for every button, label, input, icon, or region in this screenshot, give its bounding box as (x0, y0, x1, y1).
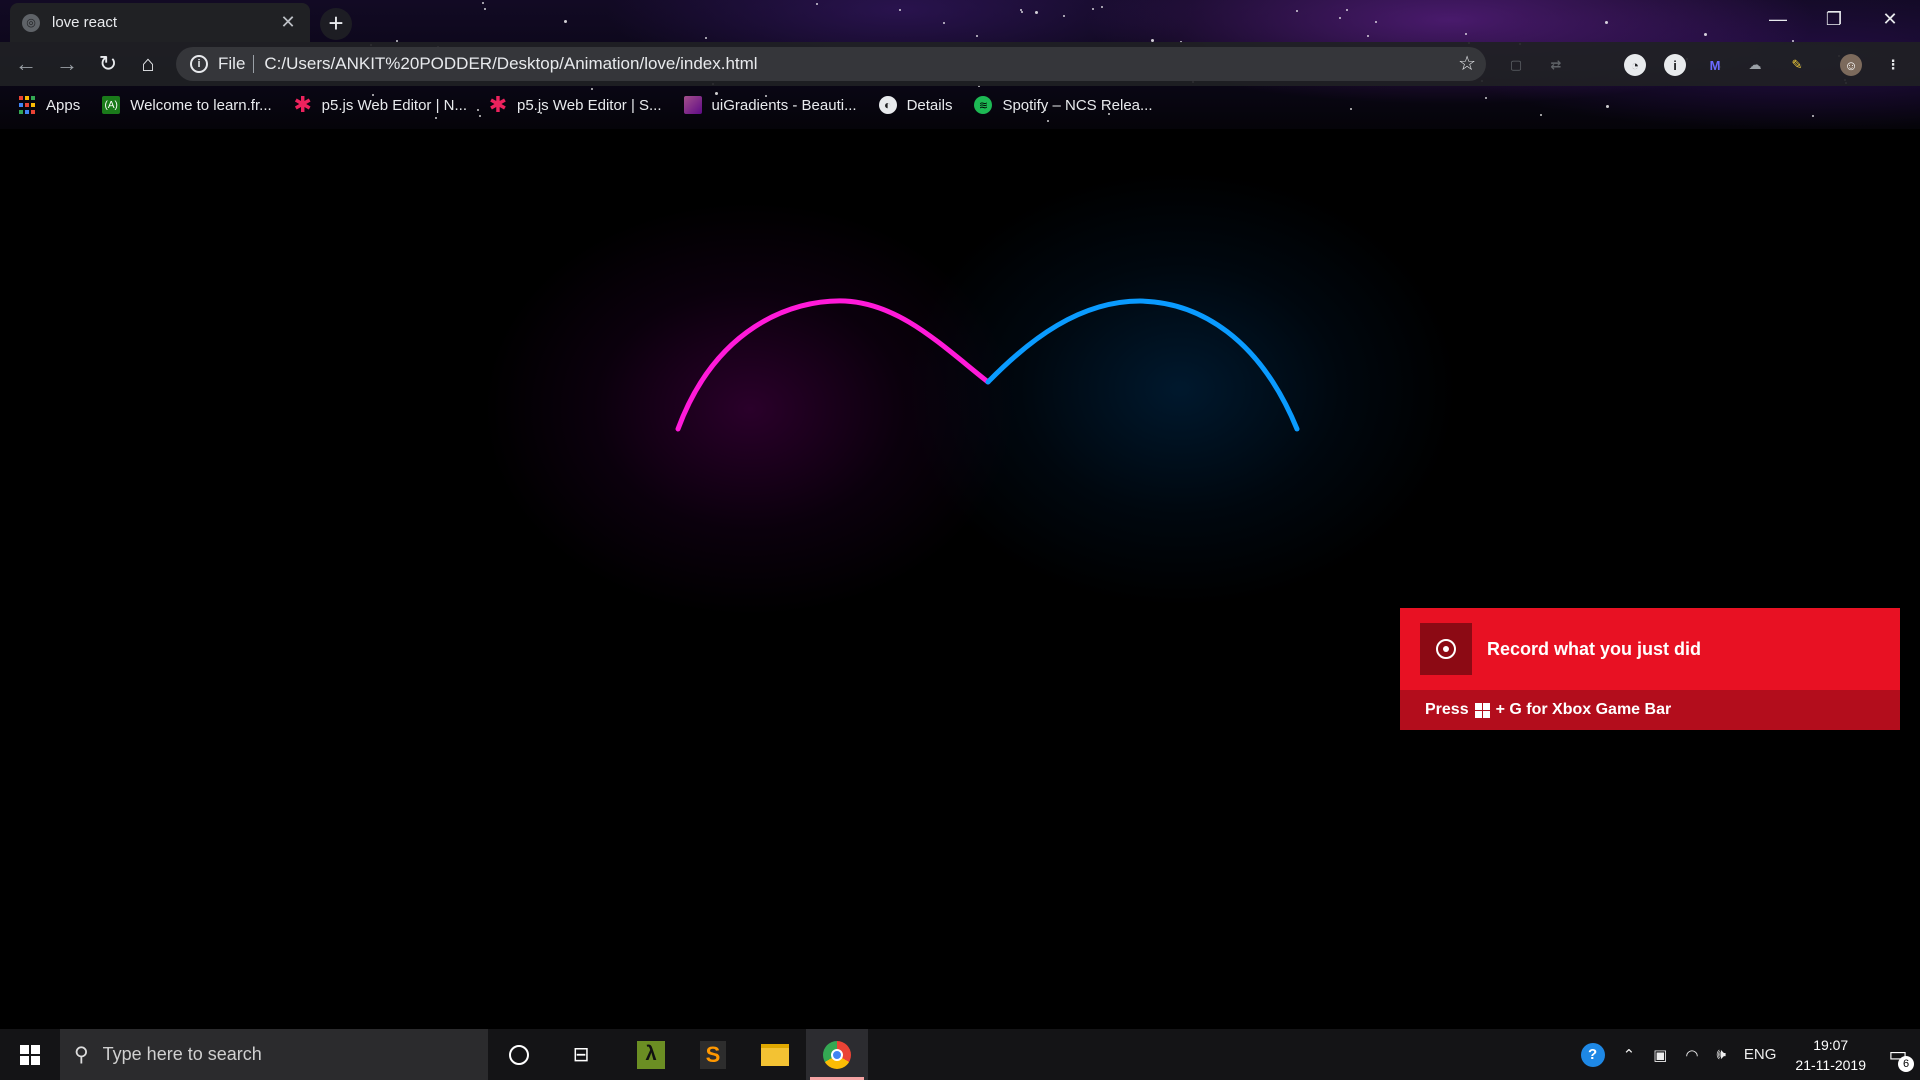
page-canvas: Record what you just did Press + G for X… (0, 129, 1920, 1029)
clock-date: 21-11-2019 (1795, 1056, 1866, 1073)
close-tab-icon[interactable]: ✕ (278, 12, 298, 33)
browser-chrome: ◎ love react ✕ + — ❐ ✕ ← → ↻ ⌂ i File C:… (0, 0, 1920, 129)
clock-time: 19:07 (1813, 1036, 1849, 1053)
scheme-separator (253, 55, 255, 73)
search-icon: ⚲ (74, 1044, 89, 1066)
taskbar-app-chrome[interactable] (806, 1029, 868, 1080)
bookmark-details[interactable]: ◐ Details (878, 96, 953, 114)
scheme-label: File (218, 54, 246, 73)
menu-kebab-icon[interactable]: ⋮ (1882, 54, 1904, 76)
toast-headline: Record what you just did (1487, 638, 1702, 659)
record-icon (1420, 623, 1472, 675)
pen-icon[interactable]: ✎ (1786, 54, 1808, 76)
toast-header: Record what you just did (1400, 608, 1900, 690)
extension-icon[interactable]: ▢ (1505, 54, 1527, 76)
bookmark-p5js-2[interactable]: ✱ p5.js Web Editor | S... (488, 92, 662, 117)
bookmark-label: p5.js Web Editor | S... (517, 96, 662, 114)
bookmarks-bar: Apps (A) Welcome to learn.fr... ✱ p5.js … (0, 86, 1920, 124)
bookmark-apps[interactable]: Apps (18, 96, 80, 114)
tab-love-react[interactable]: ◎ love react ✕ (10, 3, 310, 42)
bookmark-star-icon[interactable]: ☆ (1458, 51, 1476, 76)
tab-title: love react (52, 14, 118, 31)
cortana-button[interactable] (488, 1029, 550, 1080)
device-icon[interactable]: ▣ (1653, 1046, 1667, 1064)
sublime-text-icon: S (700, 1040, 726, 1069)
bookmark-p5js-1[interactable]: ✱ p5.js Web Editor | N... (293, 92, 467, 117)
taskbar-app-lambda[interactable]: λ (620, 1029, 682, 1080)
home-button[interactable]: ⌂ (132, 48, 164, 80)
translate-icon[interactable]: ⇄ (1545, 54, 1567, 76)
minimize-button[interactable]: — (1750, 0, 1806, 38)
heart-left-arc (675, 298, 991, 432)
browser-toolbar: ← → ↻ ⌂ i File C:/Users/ANKIT%20PODDER/D… (0, 42, 1920, 86)
globe-icon: ◐ (878, 96, 897, 114)
action-center-button[interactable]: ▭ 6 (1876, 1029, 1920, 1080)
bookmark-spotify[interactable]: ≋ Spotify – NCS Relea... (974, 96, 1153, 114)
uigradients-icon (683, 96, 702, 114)
notification-count-badge: 6 (1898, 1056, 1914, 1072)
p5js-icon: ✱ (488, 92, 508, 117)
bookmark-label: Details (906, 96, 953, 114)
bookmark-uigradients[interactable]: uiGradients - Beauti... (683, 96, 857, 114)
bookmark-label: Apps (46, 96, 81, 114)
chevron-up-icon[interactable]: ⌃ (1623, 1046, 1636, 1064)
back-button[interactable]: ← (10, 48, 42, 80)
bookmark-label: Spotify – NCS Relea... (1002, 96, 1153, 114)
chrome-icon (823, 1040, 851, 1069)
wifi-icon[interactable]: ◠ (1685, 1046, 1698, 1064)
freecodecamp-icon: (A) (102, 96, 121, 114)
apps-grid-icon (18, 96, 36, 114)
windows-taskbar: ⚲ Type here to search ⊟ λ S ? ⌃ ▣ ◠ 🕪 EN… (0, 1029, 1920, 1080)
xbox-game-bar-toast[interactable]: Record what you just did Press + G for X… (1400, 608, 1900, 730)
heart-animation (675, 298, 1300, 432)
volume-icon[interactable]: 🕪 (1716, 1046, 1725, 1063)
reload-button[interactable]: ↻ (92, 48, 124, 80)
taskbar-app-file-explorer[interactable] (744, 1029, 806, 1080)
site-info-icon[interactable]: i (190, 55, 208, 73)
toast-hint-prefix: Press (1425, 701, 1469, 718)
tab-strip: ◎ love react ✕ + — ❐ ✕ (0, 0, 1920, 42)
close-window-button[interactable]: ✕ (1862, 0, 1918, 38)
restore-button[interactable]: ❐ (1806, 0, 1862, 38)
toast-hint: Press + G for Xbox Game Bar (1400, 690, 1900, 730)
address-bar[interactable]: i File C:/Users/ANKIT%20PODDER/Desktop/A… (176, 47, 1486, 81)
spotify-icon: ≋ (974, 96, 993, 114)
windows-key-icon (1474, 702, 1490, 718)
cloud-icon[interactable]: ☁ (1744, 54, 1766, 76)
lambda-app-icon: λ (637, 1040, 665, 1069)
bookmark-label: p5.js Web Editor | N... (321, 96, 467, 114)
new-tab-button[interactable]: + (320, 8, 352, 40)
forward-button[interactable]: → (51, 48, 83, 80)
heart-right-arc (985, 298, 1300, 432)
info-extension-icon[interactable]: i (1664, 54, 1686, 76)
clock[interactable]: 19:07 21-11-2019 (1795, 1035, 1866, 1075)
search-placeholder: Type here to search (102, 1044, 262, 1064)
taskbar-app-sublime[interactable]: S (682, 1029, 744, 1080)
speedometer-icon[interactable]: ◔ (1624, 54, 1646, 76)
bookmark-freecodecamp[interactable]: (A) Welcome to learn.fr... (102, 96, 272, 114)
url-text[interactable]: C:/Users/ANKIT%20PODDER/Desktop/Animatio… (264, 54, 757, 74)
bookmark-label: Welcome to learn.fr... (130, 96, 272, 114)
cortana-circle-icon (509, 1044, 529, 1065)
task-view-icon: ⊟ (572, 1044, 590, 1066)
profile-avatar[interactable]: ☺ (1840, 54, 1862, 76)
globe-icon: ◎ (22, 13, 40, 32)
taskbar-search-box[interactable]: ⚲ Type here to search (60, 1029, 488, 1080)
task-view-button[interactable]: ⊟ (550, 1029, 612, 1080)
start-button[interactable] (0, 1029, 60, 1080)
m-extension-icon[interactable]: M (1704, 54, 1726, 76)
toast-hint-suffix: + G for Xbox Game Bar (1495, 701, 1672, 718)
help-icon[interactable]: ? (1580, 1042, 1605, 1067)
windows-logo-icon (20, 1044, 40, 1065)
bookmark-label: uiGradients - Beauti... (711, 96, 857, 114)
p5js-icon: ✱ (293, 92, 312, 117)
language-indicator[interactable]: ENG (1744, 1046, 1777, 1063)
folder-icon (761, 1043, 789, 1066)
system-tray: ? ⌃ ▣ ◠ 🕪 ENG 19:07 21-11-2019 ▭ 6 (1572, 1029, 1920, 1080)
